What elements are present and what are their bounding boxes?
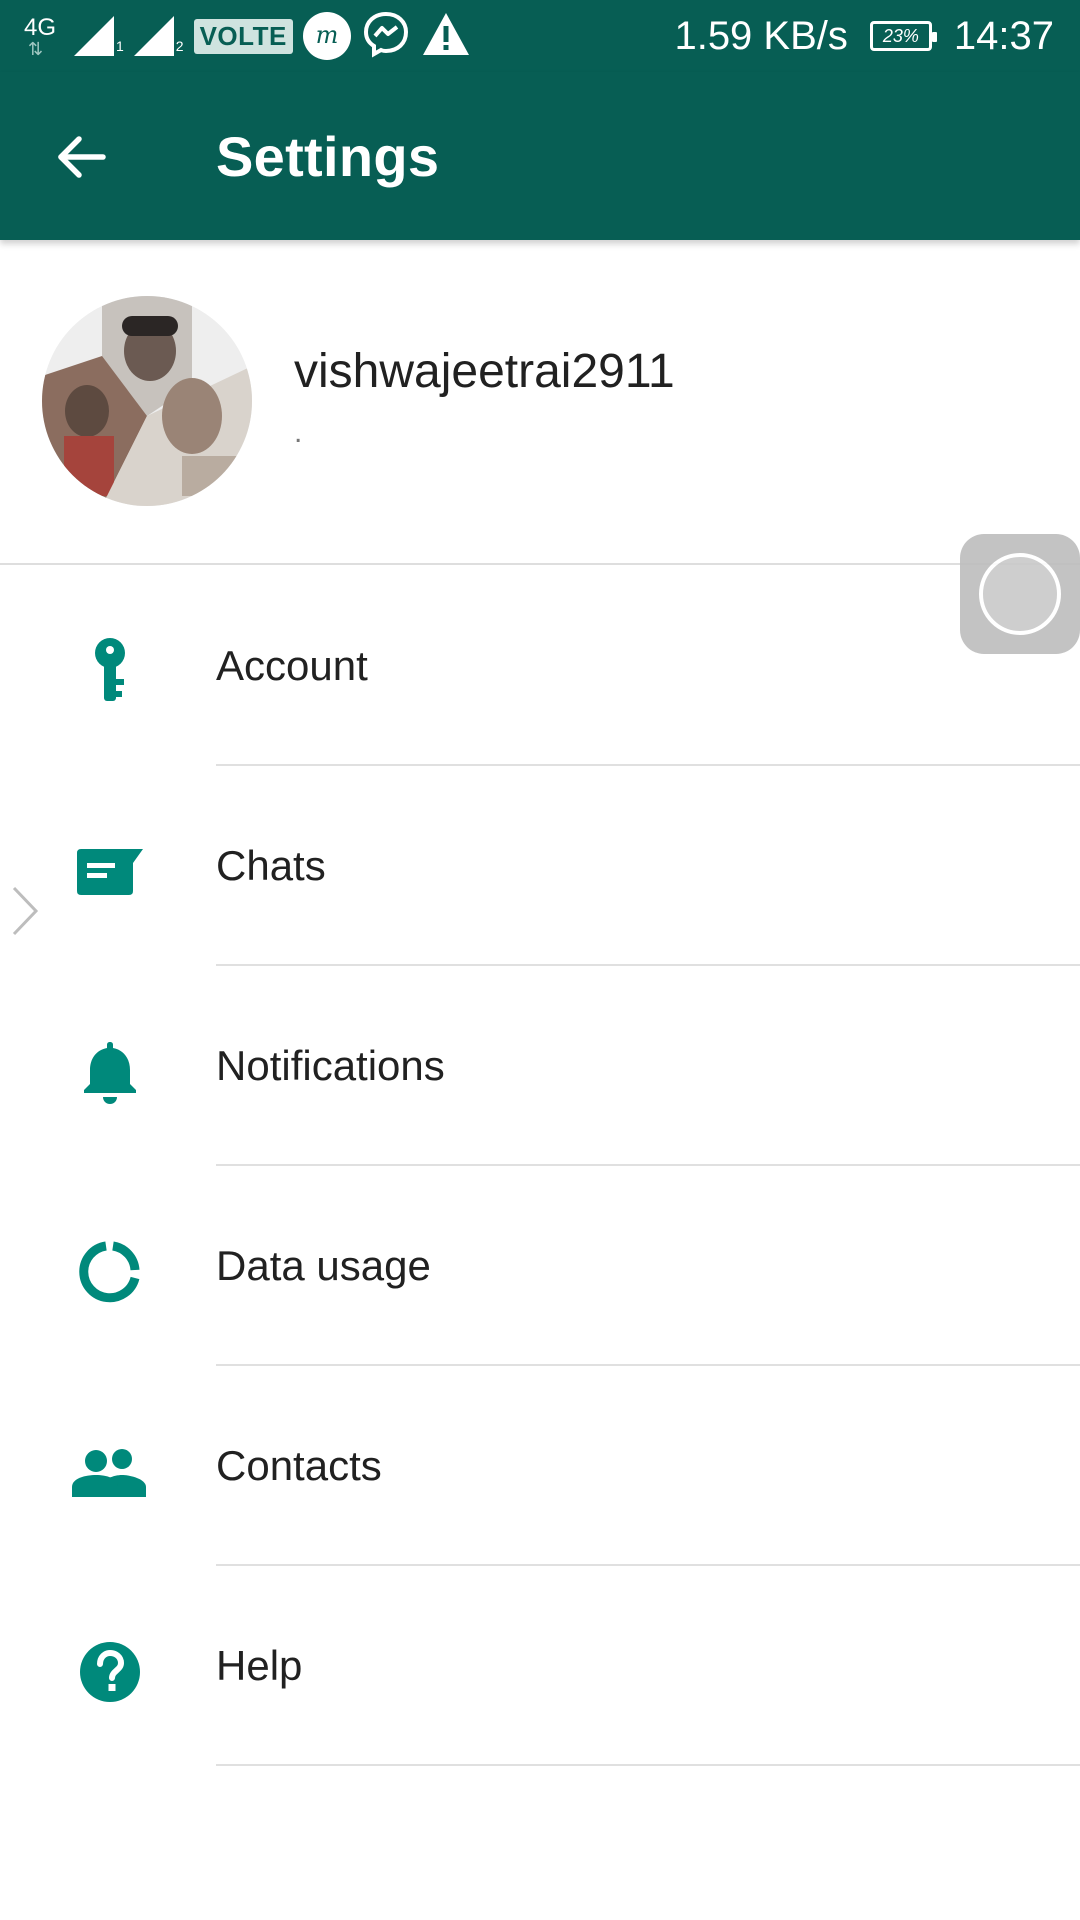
volte-badge: VOLTE bbox=[193, 18, 293, 54]
key-icon bbox=[70, 632, 150, 712]
profile-name: vishwajeetrai2911 bbox=[294, 345, 675, 398]
menu-item-notifications[interactable]: Notifications bbox=[0, 966, 1080, 1166]
help-icon bbox=[70, 1632, 150, 1712]
menu-item-label: Contacts bbox=[216, 1442, 382, 1489]
page-title: Settings bbox=[216, 125, 440, 188]
chat-icon bbox=[70, 832, 150, 912]
signal-sim1: 1 bbox=[74, 16, 124, 56]
signal-sim2: 2 bbox=[133, 16, 184, 56]
menu-item-chats[interactable]: Chats bbox=[0, 766, 1080, 966]
warning-icon bbox=[421, 11, 471, 62]
network-type-label: 4G bbox=[24, 14, 57, 41]
data-usage-icon bbox=[70, 1232, 150, 1312]
menu-item-contacts[interactable]: Contacts bbox=[0, 1366, 1080, 1566]
app-m-notification-icon: m bbox=[302, 12, 351, 60]
arrow-back-icon bbox=[58, 136, 106, 178]
data-activity-icon: ⇅ bbox=[28, 39, 44, 59]
battery-icon: 23% bbox=[869, 21, 937, 51]
menu-item-label: Help bbox=[216, 1642, 303, 1689]
status-left-icons: 4G ⇅ 1 2 VOLTE m bbox=[24, 10, 471, 62]
contacts-icon bbox=[70, 1432, 150, 1512]
network-type-indicator: 4G ⇅ bbox=[24, 10, 64, 62]
svg-text:m: m bbox=[315, 24, 338, 48]
menu-item-account[interactable]: Account bbox=[0, 566, 1080, 766]
status-right-icons: 1.59 KB/s 23% 14:37 bbox=[674, 10, 1054, 62]
signal-icon bbox=[74, 16, 114, 56]
battery-percent: 23% bbox=[882, 25, 919, 46]
profile-row[interactable]: vishwajeetrai2911 . bbox=[0, 240, 1080, 565]
divider bbox=[216, 1764, 1080, 1766]
back-button[interactable] bbox=[46, 122, 116, 192]
profile-status: . bbox=[294, 416, 303, 449]
menu-item-data-usage[interactable]: Data usage bbox=[0, 1166, 1080, 1366]
messenger-icon bbox=[361, 9, 411, 64]
avatar[interactable] bbox=[42, 296, 252, 506]
bell-icon bbox=[70, 1032, 150, 1112]
menu-item-label: Chats bbox=[216, 842, 326, 889]
network-speed: 1.59 KB/s bbox=[674, 13, 848, 58]
settings-menu: Account Chats Notifications Data usage C… bbox=[0, 566, 1080, 1766]
app-bar: Settings bbox=[0, 72, 1080, 240]
menu-item-label: Account bbox=[216, 642, 368, 689]
sim1-label: 1 bbox=[116, 38, 124, 54]
status-bar: 4G ⇅ 1 2 VOLTE m 1.59 KB/s 23% 14:37 bbox=[0, 0, 1080, 72]
menu-item-label: Notifications bbox=[216, 1042, 445, 1089]
menu-item-label: Data usage bbox=[216, 1242, 431, 1289]
signal-icon bbox=[133, 16, 174, 56]
sim2-label: 2 bbox=[175, 38, 184, 54]
menu-item-help[interactable]: Help bbox=[0, 1566, 1080, 1766]
clock: 14:37 bbox=[953, 13, 1054, 58]
